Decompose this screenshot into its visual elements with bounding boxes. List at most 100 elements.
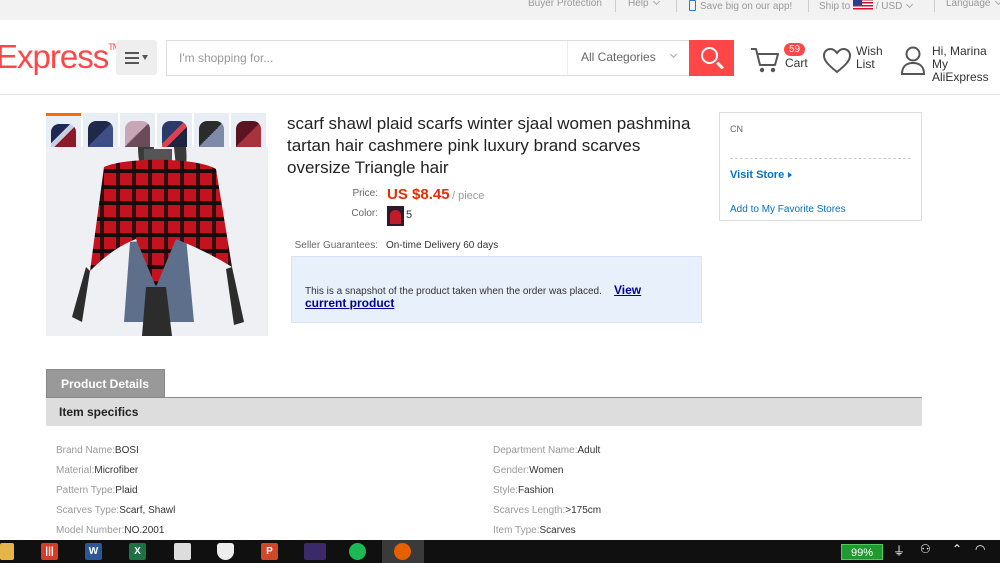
word-icon[interactable]: W — [85, 543, 102, 560]
site-header: ExpressTM All Categories 59 Cart WishLis… — [0, 20, 1000, 95]
logo-text: Express — [0, 38, 109, 75]
power-plug-icon[interactable]: ⏚ — [893, 542, 905, 559]
user-icon[interactable] — [900, 45, 926, 75]
language-label: Language — [946, 0, 991, 9]
people-icon[interactable]: ⚇ — [920, 542, 931, 556]
product-price: US $8.45 — [387, 186, 450, 203]
spec-key: Brand Name: — [56, 445, 115, 456]
spec-item: Brand Name:BOSI — [56, 445, 139, 456]
buyer-protection-link[interactable]: Buyer Protection — [528, 0, 602, 9]
product-thumbnail[interactable] — [120, 113, 155, 147]
hamburger-line — [125, 62, 139, 64]
spec-key: Model Number: — [56, 525, 125, 536]
app-promo-label: Save big on our app! — [700, 1, 793, 12]
spec-item: Department Name:Adult — [493, 445, 600, 456]
spec-key: Pattern Type: — [56, 485, 116, 496]
product-thumbnail[interactable] — [231, 113, 266, 147]
divider — [615, 0, 616, 12]
spec-value: NO.2001 — [124, 525, 165, 536]
chevron-down-icon — [906, 0, 914, 9]
app-purple-icon[interactable] — [304, 543, 326, 560]
spec-item: Material:Microfiber — [56, 465, 138, 476]
chevron-down-icon — [994, 0, 1000, 6]
heart-icon[interactable] — [823, 48, 851, 74]
spec-value: Microfiber — [94, 465, 139, 476]
spotify-icon[interactable] — [349, 543, 366, 560]
category-select[interactable]: All Categories — [567, 41, 690, 75]
ship-to-label: Ship to — [819, 1, 851, 12]
add-favorite-store-link[interactable]: Add to My Favorite Stores — [730, 204, 846, 215]
wish-label: Wish — [856, 44, 883, 58]
phone-icon — [689, 0, 696, 11]
divider — [934, 0, 935, 12]
divider — [808, 0, 809, 12]
spec-key: Scarves Length: — [493, 505, 566, 516]
search-input[interactable] — [167, 41, 567, 75]
view-current-product-link[interactable]: current product — [305, 296, 394, 310]
us-flag-icon — [852, 0, 873, 10]
product-thumbnail[interactable] — [157, 113, 192, 147]
snapshot-notice: This is a snapshot of the product taken … — [291, 256, 702, 323]
firefox-icon[interactable] — [394, 543, 411, 560]
file-explorer-icon[interactable] — [0, 543, 14, 560]
my-account-label: My AliExpress — [932, 57, 989, 84]
store-country: CN — [730, 124, 743, 134]
product-thumbnail[interactable] — [194, 113, 229, 147]
ship-to-selector[interactable]: Ship to / USD — [819, 0, 914, 12]
item-specifics-header: Item specifics — [46, 398, 922, 426]
greeting-label: Hi, Marina — [932, 44, 987, 58]
spec-value: BOSI — [114, 445, 139, 456]
color-quantity: 5 — [406, 209, 413, 221]
app-promo-link[interactable]: Save big on our app! — [689, 0, 792, 12]
seller-guarantees-label: Seller Guarantees: — [294, 240, 378, 251]
product-thumbnail[interactable] — [83, 113, 118, 147]
categories-menu-button[interactable] — [116, 40, 157, 75]
price-unit: / piece — [452, 190, 485, 202]
help-label: Help — [628, 0, 649, 9]
battery-indicator[interactable]: 99% — [841, 544, 883, 560]
excel-icon[interactable]: X — [129, 543, 146, 560]
spec-item: Scarves Length:>175cm — [493, 505, 601, 516]
category-label: All Categories — [581, 50, 656, 64]
spec-item: Model Number:NO.2001 — [56, 525, 164, 536]
view-current-product-link[interactable]: View — [614, 283, 641, 297]
top-utility-bar: Buyer Protection Help Save big on our ap… — [0, 0, 1000, 20]
wifi-icon[interactable]: ◠ — [975, 542, 985, 556]
shield-icon[interactable] — [217, 543, 234, 560]
powerpoint-icon[interactable]: P — [261, 543, 278, 560]
hamburger-line — [125, 57, 139, 59]
app-red-icon[interactable]: ||| — [41, 543, 58, 560]
aliexpress-logo[interactable]: ExpressTM — [0, 38, 120, 76]
search-icon-handle — [716, 61, 724, 70]
color-swatch[interactable] — [387, 206, 404, 226]
color-label: Color: — [351, 208, 378, 219]
spec-key: Department Name: — [493, 445, 578, 456]
tab-product-details[interactable]: Product Details — [46, 369, 165, 398]
language-selector[interactable]: Language — [946, 0, 1000, 9]
help-menu[interactable]: Help — [628, 0, 660, 9]
spec-item: Gender:Women — [493, 465, 563, 476]
spec-item: Scarves Type:Scarf, Shawl — [56, 505, 175, 516]
search-button[interactable] — [689, 40, 734, 76]
product-main-image[interactable] — [46, 147, 268, 336]
spec-key: Gender: — [493, 465, 530, 476]
spec-value: Scarves — [539, 525, 576, 536]
cart-icon[interactable] — [750, 46, 780, 74]
product-thumbnail[interactable] — [46, 113, 81, 147]
account-link[interactable]: Hi, Marina My AliExpress — [932, 45, 1000, 84]
visit-store-label: Visit Store — [730, 169, 785, 181]
wish-list-link[interactable]: Wish List — [856, 45, 883, 71]
caret-down-icon — [142, 55, 148, 60]
visit-store-link[interactable]: Visit Store — [730, 169, 793, 181]
spec-key: Material: — [56, 465, 95, 476]
spec-item: Item Type:Scarves — [493, 525, 576, 536]
search-icon — [701, 47, 718, 64]
thumbnail-strip — [46, 113, 268, 147]
chevron-up-icon[interactable]: ⌃ — [952, 542, 962, 556]
cart-link[interactable]: Cart — [785, 57, 808, 70]
price-label: Price: — [352, 188, 378, 199]
calculator-icon[interactable] — [174, 543, 191, 560]
spec-value: Adult — [577, 445, 601, 456]
store-info-box: CN Visit Store Add to My Favorite Stores — [719, 112, 922, 221]
divider — [676, 0, 677, 12]
